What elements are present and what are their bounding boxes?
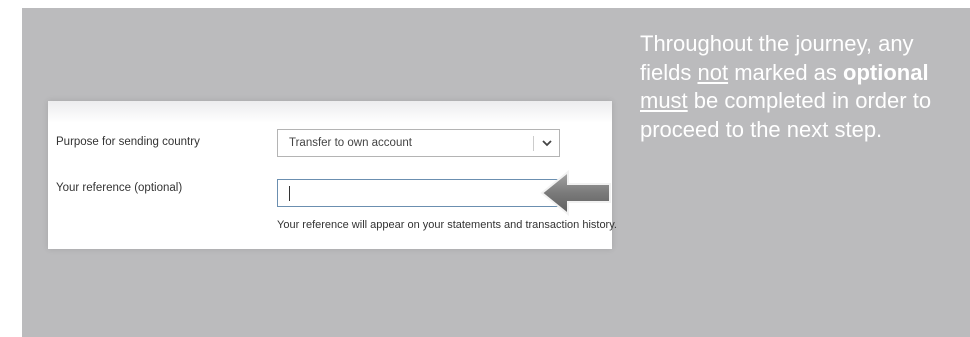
note-emphasis-not: not [697,59,729,85]
purpose-select[interactable]: Transfer to own account [277,129,560,157]
chevron-down-icon[interactable] [540,136,554,150]
note-emphasis-must: must [640,88,688,113]
reference-input[interactable] [277,179,560,207]
purpose-select-value: Transfer to own account [289,137,412,149]
reference-hint: Your reference will appear on your state… [277,219,617,231]
arrow-left-icon [540,170,611,216]
reference-label: Your reference (optional) [56,182,183,194]
note-text-2: marked as [728,59,844,85]
purpose-label: Purpose for sending country [56,136,200,148]
select-divider [533,136,534,151]
note-emphasis-optional: optional [843,59,929,85]
form-screenshot: Purpose for sending country Transfer to … [48,101,617,249]
instruction-note: Throughout the journey, any fields not m… [640,30,958,144]
text-caret [289,186,290,201]
